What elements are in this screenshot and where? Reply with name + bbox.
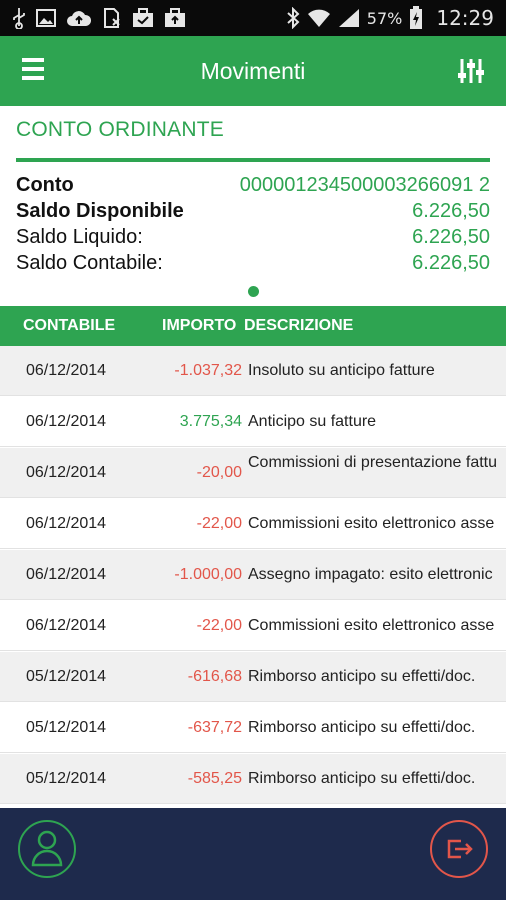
table-row[interactable]: 05/12/2014 -637,72 Rimborso anticipo su … xyxy=(0,703,506,753)
column-header-importo: IMPORTO xyxy=(162,317,237,334)
row-date: 05/12/2014 xyxy=(26,668,107,685)
row-amount: -1.000,00 xyxy=(174,566,242,583)
row-amount: -22,00 xyxy=(196,617,242,634)
row-date: 06/12/2014 xyxy=(26,617,107,634)
row-description: Commissioni esito elettronico asse xyxy=(248,617,495,634)
battery-percent: 57% xyxy=(366,8,403,28)
row-description: Rimborso anticipo su effetti/doc. xyxy=(248,668,476,685)
sliders-filter-icon xyxy=(458,59,484,83)
app-bar: Movimenti xyxy=(0,36,506,106)
filter-button[interactable] xyxy=(456,56,486,86)
bottom-bar xyxy=(0,808,506,900)
row-amount: -637,72 xyxy=(187,719,242,736)
row-amount: -22,00 xyxy=(196,515,242,532)
liquid-balance-value: 6.226,50 xyxy=(412,226,490,248)
available-balance-value: 6.226,50 xyxy=(412,200,490,222)
system-status: 57% 12:29 xyxy=(286,0,494,36)
profile-button[interactable] xyxy=(18,820,76,878)
battery-charging-icon xyxy=(410,6,423,29)
table-row[interactable]: 05/12/2014 -616,68 Rimborso anticipo su … xyxy=(0,652,506,702)
logout-icon xyxy=(447,839,473,859)
account-section-title: CONTO ORDINANTE xyxy=(16,118,224,141)
row-description: Commissioni di presentazione fattu xyxy=(248,454,498,471)
cloud-upload-icon xyxy=(67,11,92,26)
transactions-list[interactable]: 06/12/2014 -1.037,32 Insoluto su anticip… xyxy=(0,346,506,808)
column-header-contabile: CONTABILE xyxy=(23,317,116,334)
briefcase-upload-icon xyxy=(165,8,185,27)
account-number-row: Conto 000001234500003266091 2 xyxy=(16,174,490,200)
available-balance-label: Saldo Disponibile xyxy=(16,200,184,222)
row-description: Rimborso anticipo su effetti/doc. xyxy=(248,770,476,787)
accounting-balance-value: 6.226,50 xyxy=(412,252,490,274)
row-description: Rimborso anticipo su effetti/doc. xyxy=(248,719,476,736)
section-divider xyxy=(16,158,490,162)
signal-icon xyxy=(338,9,359,27)
account-summary: CONTO ORDINANTE Conto 000001234500003266… xyxy=(0,106,506,306)
status-bar: 57% 12:29 xyxy=(0,0,506,36)
wifi-icon xyxy=(307,9,330,27)
page-title: Movimenti xyxy=(200,58,306,84)
row-amount: 3.775,34 xyxy=(179,413,242,430)
row-date: 05/12/2014 xyxy=(26,719,107,736)
row-date: 05/12/2014 xyxy=(26,770,107,787)
table-row[interactable]: 06/12/2014 -22,00 Commissioni esito elet… xyxy=(0,499,506,549)
row-description: Commissioni esito elettronico asse xyxy=(248,515,495,532)
available-balance-row: Saldo Disponibile 6.226,50 xyxy=(16,200,490,226)
column-header-descrizione: DESCRIZIONE xyxy=(244,317,354,334)
no-sim-icon xyxy=(104,8,120,28)
account-label: Conto xyxy=(16,174,74,196)
transactions-header: CONTABILE IMPORTO DESCRIZIONE xyxy=(0,306,506,346)
row-amount: -1.037,32 xyxy=(174,362,242,379)
accounting-balance-row: Saldo Contabile: 6.226,50 xyxy=(16,252,490,278)
row-amount: -616,68 xyxy=(187,668,242,685)
usb-icon xyxy=(13,8,25,29)
table-row[interactable]: 06/12/2014 -1.000,00 Assegno impagato: e… xyxy=(0,550,506,600)
liquid-balance-label: Saldo Liquido: xyxy=(16,226,143,248)
row-date: 06/12/2014 xyxy=(26,464,107,481)
image-icon xyxy=(36,9,56,27)
row-date: 06/12/2014 xyxy=(26,362,107,379)
table-row[interactable]: 06/12/2014 -1.037,32 Insoluto su anticip… xyxy=(0,346,506,396)
row-date: 06/12/2014 xyxy=(26,515,107,532)
table-row[interactable]: 06/12/2014 3.775,34 Anticipo su fatture xyxy=(0,397,506,447)
row-date: 06/12/2014 xyxy=(26,413,107,430)
row-description: Insoluto su anticipo fatture xyxy=(248,362,435,379)
user-profile-icon xyxy=(31,830,63,867)
row-description: Assegno impagato: esito elettronic xyxy=(248,566,493,583)
row-date: 06/12/2014 xyxy=(26,566,107,583)
account-number: 000001234500003266091 2 xyxy=(239,174,490,196)
row-amount: -20,00 xyxy=(196,464,242,481)
accounting-balance-label: Saldo Contabile: xyxy=(16,252,163,274)
bluetooth-icon xyxy=(287,7,300,29)
page-indicator-dot[interactable] xyxy=(248,286,259,297)
liquid-balance-row: Saldo Liquido: 6.226,50 xyxy=(16,226,490,252)
clock: 12:29 xyxy=(436,6,494,30)
notification-icons xyxy=(12,6,186,30)
row-description: Anticipo su fatture xyxy=(248,413,377,430)
logout-button[interactable] xyxy=(430,820,488,878)
table-row[interactable]: 06/12/2014 -20,00 Commissioni di present… xyxy=(0,448,506,498)
briefcase-check-icon xyxy=(133,8,153,27)
row-amount: -585,25 xyxy=(187,770,242,787)
table-row[interactable]: 06/12/2014 -22,00 Commissioni esito elet… xyxy=(0,601,506,651)
table-row[interactable]: 05/12/2014 -585,25 Rimborso anticipo su … xyxy=(0,754,506,804)
